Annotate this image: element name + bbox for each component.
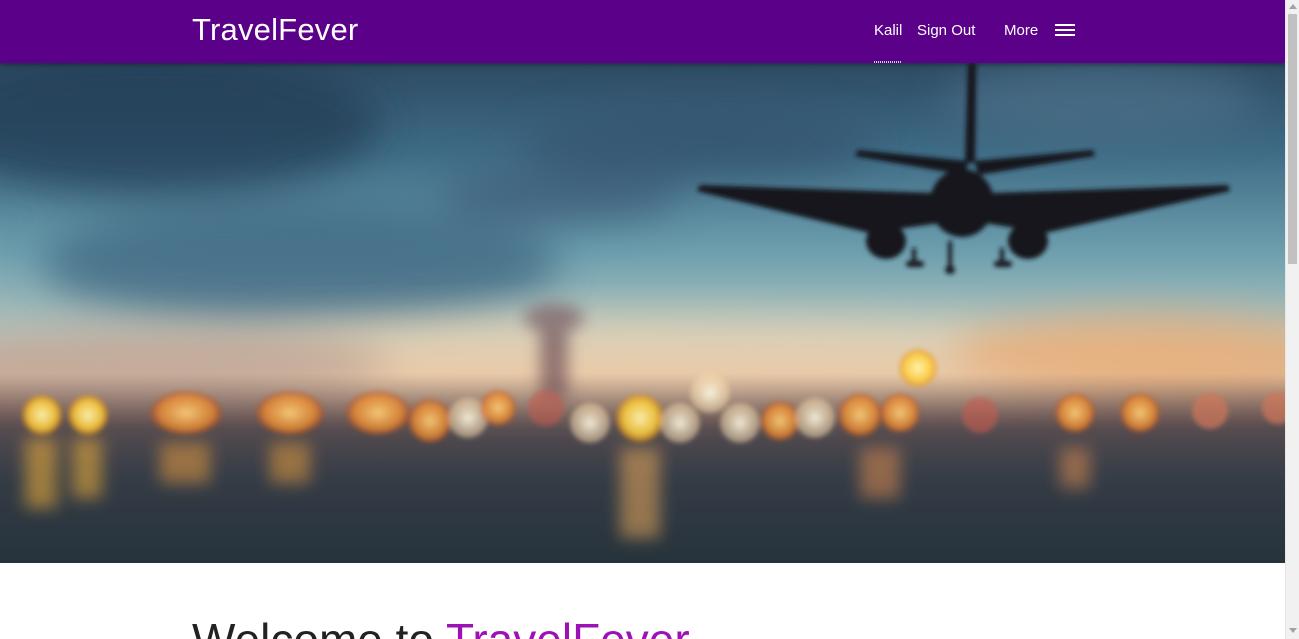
more-menu-link[interactable]: More: [1004, 21, 1038, 41]
user-link-focus-underline: [874, 61, 902, 63]
hamburger-menu-icon[interactable]: [1055, 23, 1075, 37]
scrollbar-thumb[interactable]: [1288, 14, 1297, 264]
sign-out-link[interactable]: Sign Out: [917, 21, 975, 41]
user-profile-link[interactable]: Kalil: [874, 21, 902, 41]
hamburger-bar: [1055, 29, 1075, 31]
hamburger-bar: [1055, 24, 1075, 26]
welcome-brand: TravelFever: [446, 614, 690, 639]
welcome-prefix: Welcome to: [192, 614, 446, 639]
brand-logo[interactable]: TravelFever: [192, 11, 358, 49]
scroll-up-arrow-icon[interactable]: [1289, 4, 1297, 9]
hero-illustration: [0, 63, 1285, 563]
top-navbar: TravelFever Kalil Sign Out More: [0, 0, 1285, 63]
page-viewport: TravelFever Kalil Sign Out More: [0, 0, 1285, 639]
hamburger-bar: [1055, 34, 1075, 36]
page-scrollbar[interactable]: [1285, 0, 1299, 639]
hero-image: [0, 63, 1285, 563]
scroll-down-arrow-icon[interactable]: [1289, 628, 1297, 633]
welcome-heading: Welcome to TravelFever: [192, 612, 690, 639]
